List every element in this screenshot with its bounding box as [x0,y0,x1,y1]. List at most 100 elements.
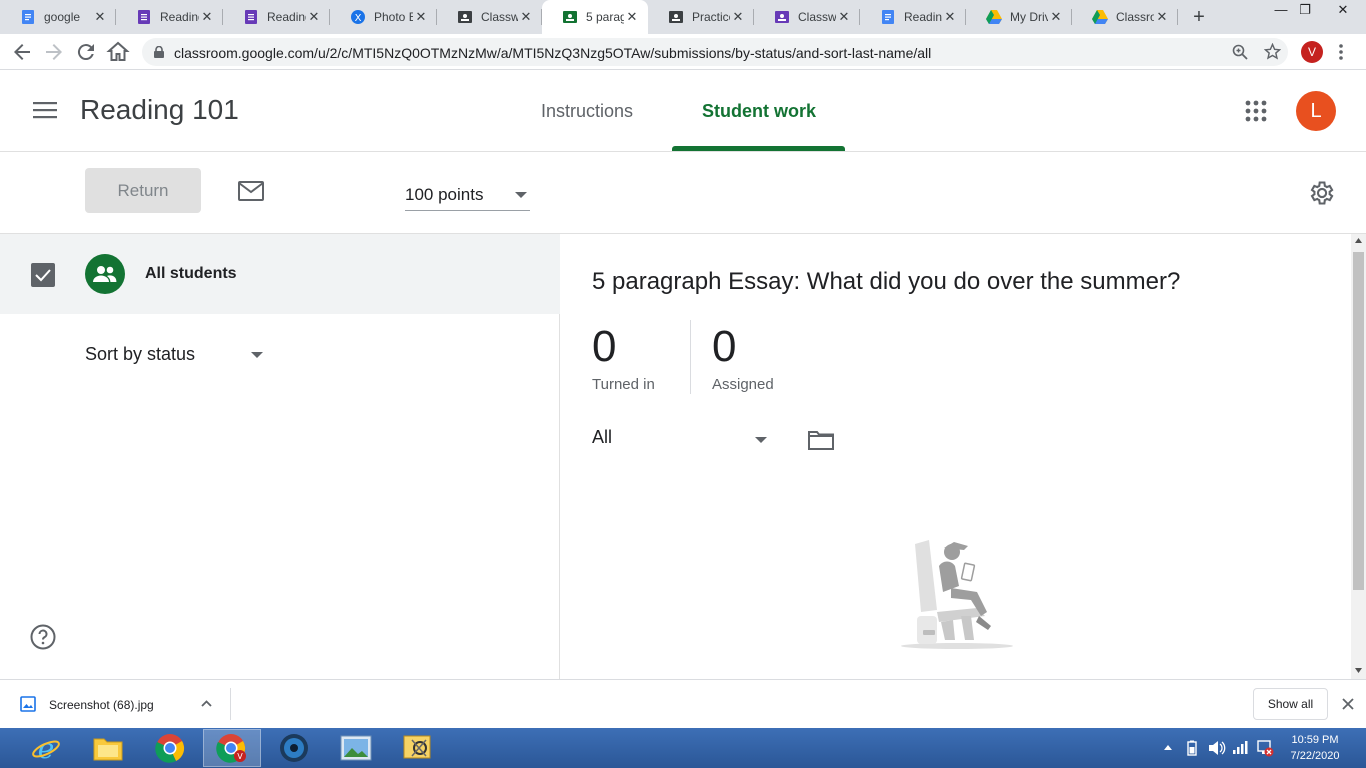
email-icon[interactable] [238,181,264,201]
classroom-header: Reading 101 Instructions Student work L [0,70,1366,152]
chevron-up-icon[interactable] [1164,745,1172,750]
assignment-summary-panel: 5 paragraph Essay: What did you do over … [561,234,1351,679]
apps-grid-icon[interactable] [1245,100,1267,122]
media-player-icon[interactable] [265,729,323,767]
browser-tab[interactable]: Reading ✕ [116,0,223,34]
submission-filter-dropdown[interactable]: All [592,427,772,455]
download-shelf: Screenshot (68).jpg Show all [0,679,1366,728]
window-close-button[interactable]: ✕ [1320,0,1366,22]
address-bar[interactable]: classroom.google.com/u/2/c/MTI5NzQ0OTMzN… [142,38,1288,66]
close-icon[interactable]: ✕ [518,9,534,25]
browser-tab[interactable]: Classroo ✕ [1072,0,1178,34]
download-file-name[interactable]: Screenshot (68).jpg [49,698,154,712]
chrome-profile-icon[interactable]: V [203,729,261,767]
close-icon[interactable]: ✕ [836,9,852,25]
classroom-icon [562,9,578,25]
clock-time: 10:59 PM [1291,734,1339,746]
close-icon[interactable]: ✕ [1048,9,1064,25]
tab-label: Reading [267,10,306,24]
battery-icon[interactable] [1184,740,1200,756]
photo-viewer-icon[interactable] [327,729,385,767]
browser-tab[interactable]: X Photo E ✕ [330,0,437,34]
snipping-tool-icon[interactable] [389,729,447,767]
hamburger-menu-icon[interactable] [33,101,57,119]
sort-dropdown[interactable]: Sort by status [85,344,270,368]
chrome-icon[interactable] [141,729,199,767]
close-icon[interactable]: ✕ [413,9,429,25]
signal-icon[interactable] [1232,740,1250,754]
points-dropdown[interactable]: 100 points [405,177,530,211]
help-icon[interactable] [30,624,56,650]
tab-label: google [44,10,81,24]
browser-tab[interactable]: Practice ✕ [648,0,754,34]
browser-tab[interactable]: Reading ✕ [223,0,330,34]
turned-in-count: 0 [592,322,617,371]
lock-icon [154,46,164,58]
close-icon[interactable]: ✕ [306,9,322,25]
close-icon[interactable]: ✕ [92,9,108,25]
internet-explorer-icon[interactable]: e [17,729,75,767]
browser-tab[interactable]: My Driv ✕ [966,0,1072,34]
new-tab-button[interactable]: + [1189,7,1209,27]
svg-text:V: V [237,752,243,761]
group-icon [85,254,125,294]
tab-instructions[interactable]: Instructions [541,101,633,122]
settings-gear-icon[interactable] [1307,179,1335,207]
browser-profile-avatar[interactable]: V [1301,41,1323,63]
close-icon[interactable]: ✕ [730,9,746,25]
all-students-label: All students [145,265,237,282]
student-list-panel: All students Sort by status [0,234,560,679]
folder-icon[interactable] [808,430,834,450]
assigned-label: Assigned [712,376,774,393]
select-all-checkbox[interactable] [31,263,55,287]
scroll-up-icon[interactable] [1355,238,1362,243]
tab-student-work[interactable]: Student work [702,101,816,122]
all-students-row[interactable]: All students [0,234,560,314]
zoom-icon[interactable] [1232,44,1248,60]
scroll-down-icon[interactable] [1355,668,1362,673]
account-avatar[interactable]: L [1296,91,1336,131]
close-icon[interactable]: ✕ [942,9,958,25]
browser-tab[interactable]: Classwo ✕ [754,0,860,34]
forms-icon [243,9,259,25]
system-clock[interactable]: 10:59 PM 7/22/2020 [1280,732,1350,764]
close-icon[interactable]: ✕ [199,9,215,25]
active-tab-indicator [672,146,845,151]
class-title[interactable]: Reading 101 [80,94,239,126]
close-icon[interactable] [1342,698,1354,710]
close-icon[interactable]: ✕ [1154,9,1170,25]
home-icon[interactable] [106,40,130,64]
forward-icon[interactable] [42,40,66,64]
empty-state-illustration [897,536,1017,657]
scrollbar[interactable] [1351,234,1366,679]
browser-tab[interactable]: Reading ✕ [860,0,966,34]
close-icon[interactable]: ✕ [624,9,640,25]
volume-icon[interactable] [1208,740,1226,756]
browser-tab-strip: google ✕ Reading ✕ Reading ✕ X Photo E ✕… [0,0,1366,34]
file-explorer-icon[interactable] [79,729,137,767]
chrome-menu-icon[interactable] [1338,43,1344,61]
scroll-thumb[interactable] [1353,252,1364,590]
network-warning-icon[interactable] [1256,739,1274,757]
turned-in-label: Turned in [592,376,655,393]
reload-icon[interactable] [74,40,98,64]
browser-toolbar: classroom.google.com/u/2/c/MTI5NzQ0OTMzN… [0,34,1366,70]
bookmark-star-icon[interactable] [1264,43,1281,60]
url-text: classroom.google.com/u/2/c/MTI5NzQ0OTMzN… [174,45,932,61]
grading-action-bar: Return 100 points [0,152,1366,234]
chevron-up-icon[interactable] [201,700,212,707]
browser-tab[interactable]: google ✕ [0,0,116,34]
tab-label: Classwo [798,10,836,24]
show-all-button[interactable]: Show all [1253,688,1328,720]
back-icon[interactable] [10,40,34,64]
download-separator [230,688,231,720]
dropdown-arrow-icon [515,192,527,198]
dropdown-arrow-icon [755,437,767,443]
browser-tab[interactable]: Classwo ✕ [437,0,542,34]
docs-icon [880,9,896,25]
filter-value: All [592,427,613,447]
assignment-title: 5 paragraph Essay: What did you do over … [592,268,1181,295]
assigned-count: 0 [712,322,737,371]
browser-tab-active[interactable]: 5 parag ✕ [542,0,648,34]
return-button[interactable]: Return [85,168,201,213]
